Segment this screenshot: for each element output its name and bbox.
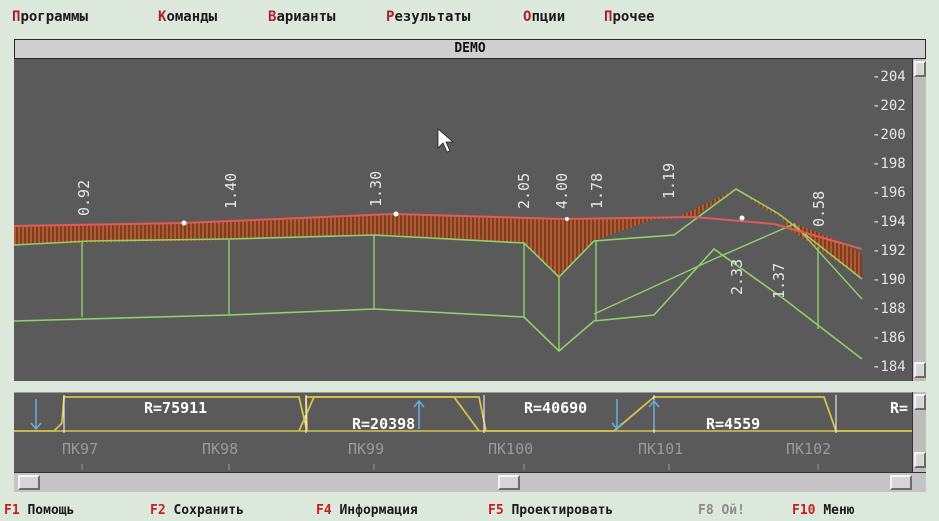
profile-drawing: -204 -202 -200 -198 -196 -194 -192 -190 … [13, 69, 906, 375]
elevation-tick: -192 [872, 243, 906, 259]
strips-vertical-scrollbar[interactable] [912, 392, 926, 472]
depth-label: 1.19 [660, 163, 678, 199]
window-title: DEMO [14, 39, 926, 59]
f5-key: F5 [488, 503, 504, 518]
elevation-tick: -196 [872, 185, 906, 201]
f4-info-button[interactable]: F4 Информация [316, 503, 418, 518]
menu-variants-label: арианты [276, 9, 336, 25]
menu-results-label: езультаты [394, 9, 471, 25]
hscroll-right-button[interactable] [890, 475, 912, 490]
elevation-tick: -188 [872, 301, 906, 317]
fill-label: 1.37 [770, 263, 788, 299]
f2-label: Сохранить [173, 503, 244, 518]
depth-label: 0.58 [810, 191, 828, 227]
curve-radius: R= [890, 399, 908, 417]
menu-programs-label: рограммы [20, 9, 88, 25]
f2-key: F2 [150, 503, 166, 518]
f2-save-button[interactable]: F2 Сохранить [150, 503, 244, 518]
plan-drawing: R=75911 R=20398 R=40690 R=4559 R= [14, 395, 912, 433]
f5-design-button[interactable]: F5 Проектировать [488, 503, 613, 518]
f10-menu-button[interactable]: F10 Меню [792, 503, 855, 518]
menu-bar: Программы Команды Варианты Результаты Оп… [0, 0, 939, 34]
elevation-tick: -190 [872, 272, 906, 288]
depth-label: 0.92 [75, 180, 93, 216]
f1-label: Помощь [27, 503, 75, 518]
fill-label: 2.33 [728, 259, 746, 295]
station-label: ПК102 [786, 440, 831, 458]
station-label: ПК98 [202, 440, 238, 458]
station-label: ПК100 [488, 440, 533, 458]
elevation-tick: -198 [872, 156, 906, 172]
stations-drawing: ПК97 ПК98 ПК99 ПК100 ПК101 ПК102 [62, 440, 831, 470]
depth-label: 1.78 [588, 173, 606, 209]
cross-section-ticks [81, 235, 819, 351]
f10-label: Меню [823, 503, 855, 518]
curve-radius: R=40690 [524, 399, 587, 417]
f4-label: Информация [339, 503, 418, 518]
depth-label: 1.30 [367, 171, 385, 207]
depth-label: 2.05 [515, 173, 533, 209]
f4-key: F4 [316, 503, 332, 518]
hscroll-thumb[interactable] [498, 475, 520, 490]
menu-other-label: рочее [612, 9, 655, 25]
station-ticks [81, 464, 819, 470]
elevation-tick: -204 [872, 69, 906, 85]
station-label: ПК99 [348, 440, 384, 458]
elevation-tick: -194 [872, 214, 906, 230]
f5-label: Проектировать [511, 503, 614, 518]
elevation-axis: -204 -202 -200 -198 -196 -194 -192 -190 … [872, 69, 906, 375]
profile-view[interactable]: -204 -202 -200 -198 -196 -194 -192 -190 … [13, 59, 912, 381]
plan-strip[interactable]: R=75911 R=20398 R=40690 R=4559 R= [14, 392, 912, 435]
menu-options-label: пции [531, 9, 566, 25]
menu-other[interactable]: Прочее [604, 9, 655, 25]
depth-label: 4.00 [553, 173, 571, 209]
menu-variants[interactable]: Варианты [268, 9, 335, 25]
hscroll-left-button[interactable] [18, 475, 40, 490]
profile-vertical-scrollbar[interactable] [912, 59, 926, 381]
curve-radius: R=75911 [144, 399, 207, 417]
station-label: ПК97 [62, 440, 98, 458]
menu-programs[interactable]: Программы [12, 9, 88, 25]
f10-key: F10 [792, 503, 816, 518]
curve-radius: R=4559 [706, 415, 760, 433]
horizontal-scrollbar[interactable] [14, 472, 926, 492]
mouse-cursor-icon [437, 128, 455, 153]
station-label: ПК101 [638, 440, 683, 458]
f1-key: F1 [4, 503, 20, 518]
strips-scroll-down-thumb[interactable] [914, 452, 926, 468]
f8-undo-button[interactable]: F8 Ой! [698, 503, 745, 518]
curve-radius: R=20398 [352, 415, 415, 433]
elevation-tick: -202 [872, 98, 906, 114]
scroll-up-thumb[interactable] [914, 61, 926, 77]
strips-scroll-up-thumb[interactable] [914, 394, 926, 410]
stations-strip: ПК97 ПК98 ПК99 ПК100 ПК101 ПК102 [14, 434, 912, 472]
elevation-tick: -186 [872, 330, 906, 346]
f1-help-button[interactable]: F1 Помощь [4, 503, 74, 518]
elevation-tick: -200 [872, 127, 906, 143]
f8-label: Ой! [721, 503, 745, 518]
menu-options[interactable]: Опции [523, 9, 565, 25]
station-labels: ПК97 ПК98 ПК99 ПК100 ПК101 ПК102 [62, 440, 831, 458]
curve-radii: R=75911 R=20398 R=40690 R=4559 R= [144, 399, 908, 433]
depth-label: 1.40 [222, 173, 240, 209]
scroll-down-thumb[interactable] [914, 362, 926, 378]
f8-key: F8 [698, 503, 714, 518]
menu-commands-label: оманды [166, 9, 218, 25]
function-key-bar: F1 Помощь F2 Сохранить F4 Информация F5 … [0, 500, 939, 521]
menu-commands[interactable]: Команды [158, 9, 217, 25]
elevation-tick: -184 [872, 359, 906, 375]
menu-results[interactable]: Результаты [386, 9, 470, 25]
